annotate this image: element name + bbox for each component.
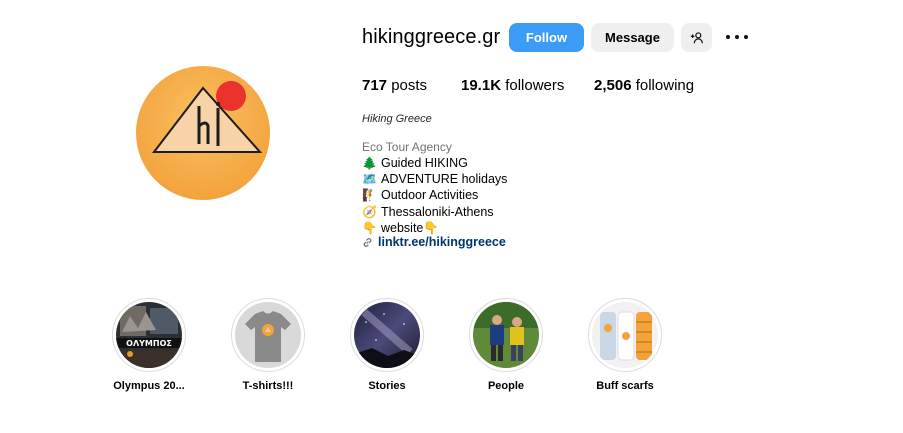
posts-count[interactable]: 717 posts: [362, 77, 427, 94]
bio-link-text[interactable]: linktr.ee/hikinggreece: [378, 235, 506, 249]
hiking-greece-logo-icon: [151, 81, 263, 153]
highlight-item[interactable]: People: [461, 298, 551, 392]
climber-icon: 🧗: [362, 188, 377, 203]
bio-link[interactable]: linktr.ee/hikinggreece: [362, 235, 506, 249]
highlight-label: Olympus 20...: [113, 380, 185, 392]
profile-username: hikinggreece.gr: [362, 26, 501, 48]
following-label: following: [635, 77, 695, 94]
bio-line: 🧗 Outdoor Activities: [362, 187, 507, 203]
tshirt-cover-icon: [235, 302, 301, 368]
suggest-people-button[interactable]: [681, 23, 712, 52]
night-sky-cover-icon: [354, 302, 420, 368]
profile-category: Eco Tour Agency: [362, 140, 452, 154]
highlight-item[interactable]: T-shirts!!!: [223, 298, 313, 392]
highlight-ring[interactable]: [469, 298, 543, 372]
posts-label: posts: [391, 77, 428, 94]
buff-scarfs-cover-icon: [592, 302, 658, 368]
highlight-item[interactable]: ΟΛΥΜΠΟΣ Olympus 20...: [104, 298, 194, 392]
profile-bio: 🌲 Guided HIKING 🗺️ ADVENTURE holidays 🧗 Out…: [362, 155, 507, 236]
bio-line: 🗺️ ADVENTURE holidays: [362, 171, 507, 187]
followers-count[interactable]: 19.1K followers: [461, 77, 564, 94]
olympus-cover-icon: ΟΛΥΜΠΟΣ: [116, 302, 182, 368]
svg-text:ΟΛΥΜΠΟΣ: ΟΛΥΜΠΟΣ: [126, 339, 172, 348]
message-button[interactable]: Message: [591, 23, 674, 52]
highlight-item[interactable]: Stories: [342, 298, 432, 392]
bio-line: 🧭 Thessaloniki-Athens: [362, 204, 507, 220]
link-icon: [363, 237, 372, 247]
bio-line-text: Thessaloniki-Athens: [381, 204, 494, 219]
following-count[interactable]: 2,506 following: [594, 77, 694, 94]
followers-number: 19.1K: [461, 77, 502, 94]
highlight-label: Buff scarfs: [596, 380, 654, 392]
add-person-icon: [690, 31, 703, 43]
bio-line: 🌲 Guided HIKING: [362, 155, 507, 171]
pointing-down-icon: 👇: [362, 220, 377, 235]
bio-line-text: ADVENTURE holidays: [381, 172, 508, 187]
more-options-icon[interactable]: [726, 31, 748, 43]
following-number: 2,506: [594, 77, 632, 94]
highlight-ring[interactable]: [588, 298, 662, 372]
highlight-label: People: [487, 380, 525, 392]
bio-line-text: website👇: [381, 220, 439, 235]
people-cover-icon: [473, 302, 539, 368]
bio-line: 👇 website👇: [362, 220, 507, 236]
profile-avatar[interactable]: [136, 66, 270, 200]
posts-number: 717: [362, 77, 388, 94]
highlight-ring[interactable]: ΟΛΥΜΠΟΣ: [112, 298, 186, 372]
highlight-item[interactable]: Buff scarfs: [580, 298, 670, 392]
follow-button[interactable]: Follow: [509, 23, 584, 52]
map-icon: 🗺️: [362, 172, 377, 187]
highlight-label: Stories: [368, 380, 406, 392]
tree-icon: 🌲: [362, 156, 377, 170]
highlight-ring[interactable]: [231, 298, 305, 372]
compass-icon: 🧭: [362, 204, 377, 219]
highlight-ring[interactable]: [350, 298, 424, 372]
profile-full-name: Hiking Greece: [362, 113, 432, 125]
highlight-label: T-shirts!!!: [242, 380, 294, 392]
bio-line-text: Outdoor Activities: [381, 188, 479, 203]
followers-label: followers: [505, 77, 565, 94]
bio-line-text: Guided HIKING: [381, 156, 468, 170]
